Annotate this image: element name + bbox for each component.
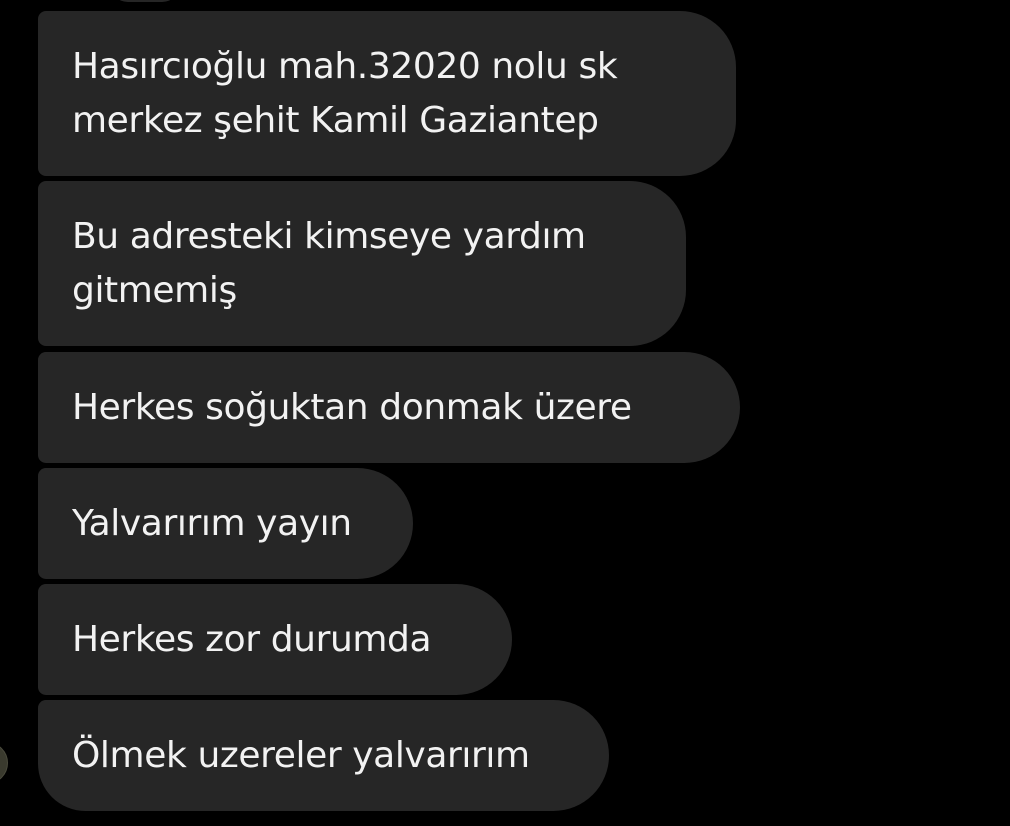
message-bubble[interactable]: Herkes zor durumda xyxy=(38,584,512,695)
message-text: Herkes soğuktan donmak üzere xyxy=(72,386,632,428)
chat-thread: Hasırcıoğlu mah.32020 nolu sk merkez şeh… xyxy=(0,0,1010,826)
message-text: Herkes zor durumda xyxy=(72,618,432,660)
previous-message-bubble-fragment[interactable] xyxy=(110,0,180,2)
message-bubble[interactable]: Hasırcıoğlu mah.32020 nolu sk merkez şeh… xyxy=(38,11,736,176)
message-bubble[interactable]: Ölmek uzereler yalvarırım xyxy=(38,700,609,811)
sender-avatar[interactable] xyxy=(0,742,8,784)
message-text: Ölmek uzereler yalvarırım xyxy=(72,734,530,776)
message-bubble[interactable]: Yalvarırım yayın xyxy=(38,468,413,579)
message-text: Yalvarırım yayın xyxy=(72,502,352,544)
message-bubble[interactable]: Bu adresteki kimseye yardım gitmemiş xyxy=(38,181,686,346)
message-bubble[interactable]: Herkes soğuktan donmak üzere xyxy=(38,352,740,463)
message-text: Bu adresteki kimseye yardım gitmemiş xyxy=(72,215,586,311)
message-text: Hasırcıoğlu mah.32020 nolu sk merkez şeh… xyxy=(72,45,618,141)
